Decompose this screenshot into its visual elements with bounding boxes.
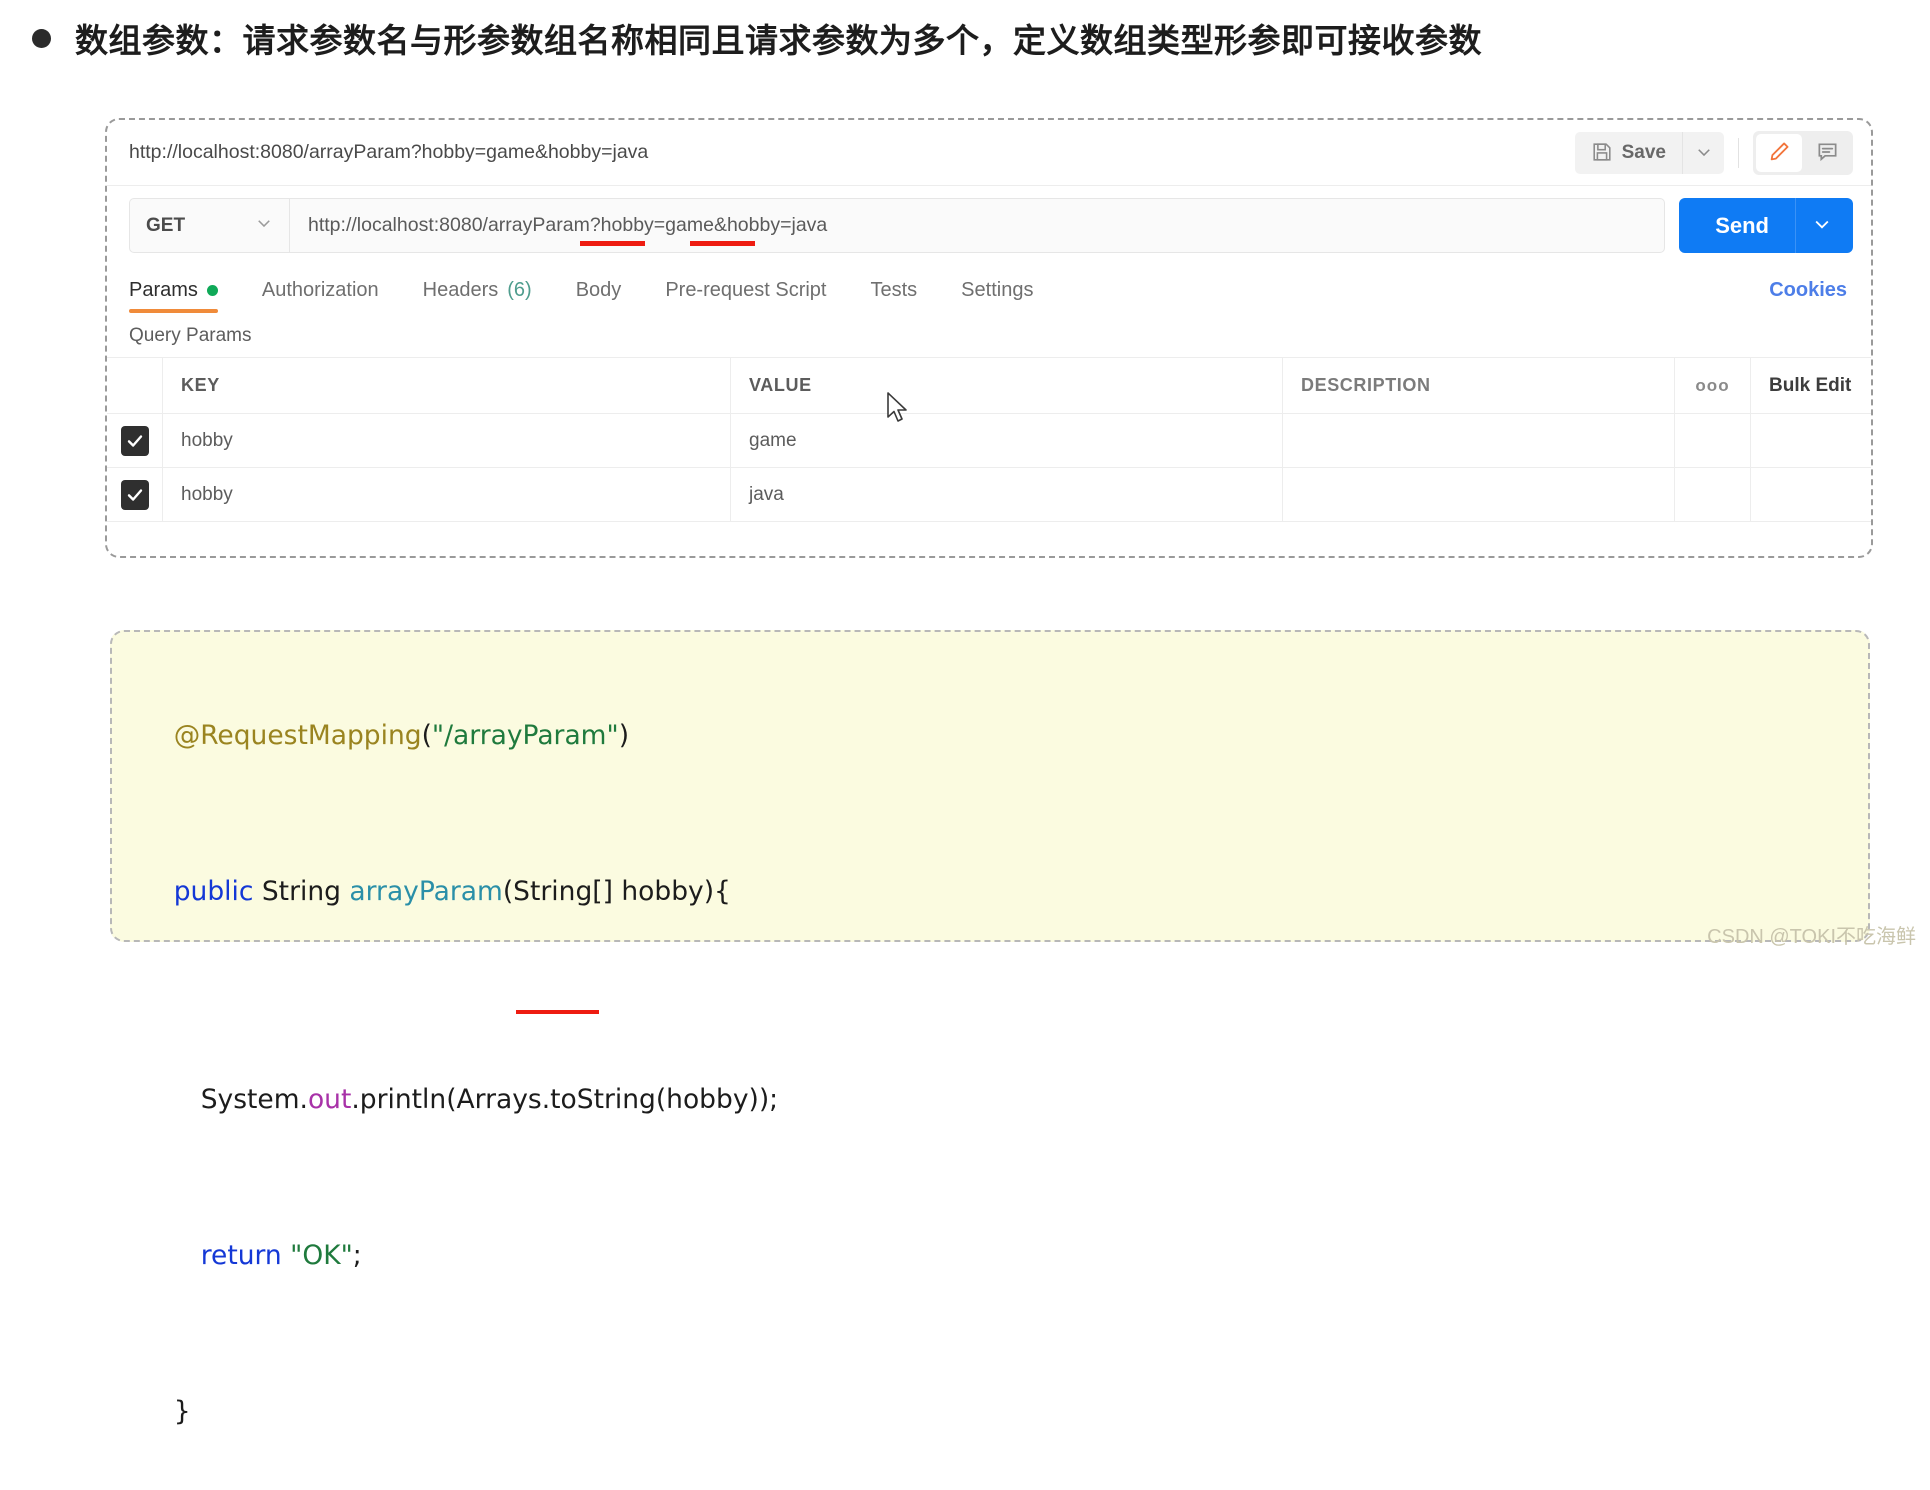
tab-authorization-label: Authorization [262, 279, 379, 302]
view-toggle-group [1753, 131, 1853, 175]
top-bar-actions: Save [1575, 120, 1853, 186]
table-header-row: KEY VALUE DESCRIPTION ooo Bulk Edit [107, 358, 1871, 414]
tab-headers-count: (6) [507, 279, 531, 302]
tab-settings[interactable]: Settings [939, 279, 1055, 313]
bullet-dot-icon [32, 29, 51, 48]
row-checkbox[interactable] [121, 480, 149, 510]
request-tab-bar: http://localhost:8080/arrayParam?hobby=g… [107, 120, 1871, 186]
send-button-label: Send [1685, 213, 1795, 239]
row-checkbox[interactable] [121, 426, 149, 456]
code-line-3: System.out.println(Arrays.toString(hobby… [140, 1022, 1868, 1178]
tab-body[interactable]: Body [554, 279, 644, 313]
code-token: String [253, 876, 349, 907]
tab-headers-label: Headers [423, 279, 499, 302]
tab-headers[interactable]: Headers (6) [401, 279, 554, 313]
code-token: ( [422, 720, 432, 751]
tab-authorization[interactable]: Authorization [240, 279, 401, 313]
tab-tests-label: Tests [870, 279, 917, 302]
url-input-value: http://localhost:8080/arrayParam?hobby=g… [308, 214, 827, 237]
header-description: DESCRIPTION [1283, 358, 1675, 413]
table-row: hobby game [107, 414, 1871, 468]
ellipsis-icon: ooo [1695, 376, 1729, 396]
code-token: @RequestMapping [174, 720, 422, 751]
pencil-icon [1768, 140, 1791, 166]
save-button[interactable]: Save [1575, 132, 1682, 174]
save-dropdown-button[interactable] [1682, 132, 1724, 174]
code-token [282, 1240, 290, 1271]
chevron-down-icon [255, 214, 273, 237]
row-description[interactable] [1283, 414, 1675, 467]
cookies-link[interactable]: Cookies [1769, 279, 1847, 302]
row-spacer-dots [1675, 468, 1751, 521]
url-annotation-underline-1 [580, 241, 645, 246]
table-row: hobby java [107, 468, 1871, 522]
header-key: KEY [163, 358, 731, 413]
send-dropdown-caret[interactable] [1795, 198, 1847, 253]
table-more-options-button[interactable]: ooo [1675, 358, 1751, 413]
chevron-down-icon [1812, 214, 1832, 237]
row-checkbox-cell [107, 468, 163, 521]
tab-params-label: Params [129, 279, 198, 302]
request-tabs: Params Authorization Headers (6) Body Pr… [107, 263, 1871, 313]
row-key[interactable]: hobby [163, 468, 731, 521]
row-spacer-dots [1675, 414, 1751, 467]
row-key[interactable]: hobby [163, 414, 731, 467]
edit-pencil-button[interactable] [1756, 134, 1802, 172]
code-annotation-underline [516, 1010, 599, 1014]
code-token: "OK" [290, 1240, 353, 1271]
code-token: System. [201, 1084, 308, 1115]
row-checkbox-cell [107, 414, 163, 467]
save-button-label: Save [1622, 142, 1666, 164]
watermark: CSDN @TOKI不吃海鲜 [1707, 920, 1916, 949]
request-url-row: GET http://localhost:8080/arrayParam?hob… [107, 186, 1871, 263]
bulk-edit-button[interactable]: Bulk Edit [1751, 358, 1871, 413]
code-token: ; [353, 1240, 362, 1271]
url-annotation-underline-2 [690, 241, 755, 246]
query-params-label: Query Params [107, 313, 1871, 357]
code-token: "/arrayParam" [432, 720, 619, 751]
row-value[interactable]: java [731, 468, 1283, 521]
code-token: } [174, 1396, 191, 1427]
comment-icon [1816, 140, 1839, 166]
http-method-select[interactable]: GET [129, 198, 289, 253]
code-token: .println(Arrays.toString(hobby)); [351, 1084, 778, 1115]
code-line-5: } [140, 1334, 1868, 1490]
tab-tests[interactable]: Tests [848, 279, 939, 313]
row-value[interactable]: game [731, 414, 1283, 467]
code-token: ) [619, 720, 629, 751]
code-token: (String[] hobby){ [503, 876, 731, 907]
tab-pre-request-script-label: Pre-request Script [665, 279, 826, 302]
send-button[interactable]: Send [1679, 198, 1853, 253]
toolbar-divider [1738, 138, 1739, 168]
code-token: public [174, 876, 254, 907]
http-method-value: GET [146, 215, 185, 237]
header-value: VALUE [731, 358, 1283, 413]
code-line-2: public String arrayParam(String[] hobby)… [140, 814, 1868, 1022]
code-line-1: @RequestMapping("/arrayParam") [140, 658, 1868, 814]
request-tab-url: http://localhost:8080/arrayParam?hobby=g… [129, 141, 648, 164]
floppy-disk-icon [1591, 141, 1613, 166]
page-title: 数组参数：请求参数名与形参数组名称相同且请求参数为多个，定义数组类型形参即可接收… [75, 14, 1482, 62]
row-spacer-bulk [1751, 468, 1871, 521]
params-modified-dot-icon [207, 285, 218, 296]
tab-settings-label: Settings [961, 279, 1033, 302]
chevron-down-icon [1695, 143, 1713, 164]
tab-body-label: Body [576, 279, 622, 302]
code-token: out [308, 1084, 351, 1115]
code-snippet-block: @RequestMapping("/arrayParam") public St… [110, 630, 1870, 942]
row-description[interactable] [1283, 468, 1675, 521]
url-input[interactable]: http://localhost:8080/arrayParam?hobby=g… [289, 198, 1665, 253]
code-line-4: return "OK"; [140, 1178, 1868, 1334]
comment-button[interactable] [1804, 134, 1850, 172]
query-params-table: KEY VALUE DESCRIPTION ooo Bulk Edit hobb… [107, 357, 1871, 522]
row-spacer-bulk [1751, 414, 1871, 467]
header-checkbox-cell [107, 358, 163, 413]
tab-pre-request-script[interactable]: Pre-request Script [643, 279, 848, 313]
heading-row: 数组参数：请求参数名与形参数组名称相同且请求参数为多个，定义数组类型形参即可接收… [32, 14, 1482, 62]
postman-request-panel: http://localhost:8080/arrayParam?hobby=g… [105, 118, 1873, 558]
code-token: return [201, 1240, 282, 1271]
code-token: arrayParam [349, 876, 502, 907]
tab-params[interactable]: Params [129, 279, 240, 313]
